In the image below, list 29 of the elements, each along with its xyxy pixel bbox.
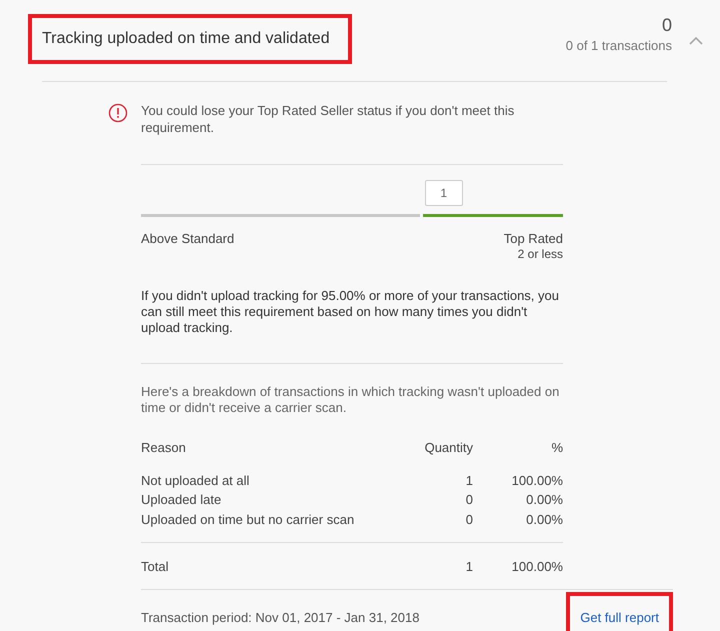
table-cell-text: 100.00% xyxy=(510,472,563,490)
column-header: Quantity xyxy=(424,439,473,457)
transaction-caption: 0 of 1 transactions xyxy=(566,38,672,53)
section-title: Tracking uploaded on time and validated xyxy=(28,14,352,64)
table-cell-text: 1 xyxy=(464,472,473,490)
chevron-icon[interactable] xyxy=(689,36,703,45)
warning-message: You could lose your Top Rated Seller status if you don't meet this requirement. xyxy=(141,102,516,136)
report-link[interactable]: Get full report xyxy=(566,592,673,631)
table-cell-text: Uploaded on time but no carrier scan xyxy=(141,510,356,529)
transaction-period: Transaction period: Nov 01, 2017 - Jan 31, 2018 xyxy=(141,610,420,625)
table-cell-text: 0 xyxy=(464,491,473,509)
table-cell-text: 0 xyxy=(464,510,473,528)
threshold-caption: 2 or less xyxy=(518,247,563,261)
breakdown-intro: Here's a breakdown of transactions in which tracking wasn't uploaded on time or didn't receive a carrier scan. xyxy=(141,384,560,416)
meter-label: Above Standard xyxy=(141,231,234,248)
column-header: Reason xyxy=(141,439,187,457)
column-header: % xyxy=(550,439,563,457)
table-cell-text: Not uploaded at all xyxy=(141,472,250,490)
table-cell-text: 0.00% xyxy=(525,510,563,528)
total-cell-text: 100.00% xyxy=(510,558,563,576)
meter-label: Top Rated xyxy=(504,231,563,246)
table-cell-text: Uploaded late xyxy=(141,491,222,509)
warning-icon xyxy=(108,103,128,123)
transaction-count: 0 xyxy=(662,15,672,35)
table-cell-text: 0.00% xyxy=(525,491,563,509)
total-cell-text: 1 xyxy=(464,558,473,576)
explanation-text: If you didn't upload tracking for 95.00% or more of your transactions, you can still meet this requirement based on how many times you didn't upload tracking. xyxy=(141,288,560,336)
total-cell-text: Total xyxy=(141,558,170,576)
value-tooltip: 1 xyxy=(424,180,463,206)
